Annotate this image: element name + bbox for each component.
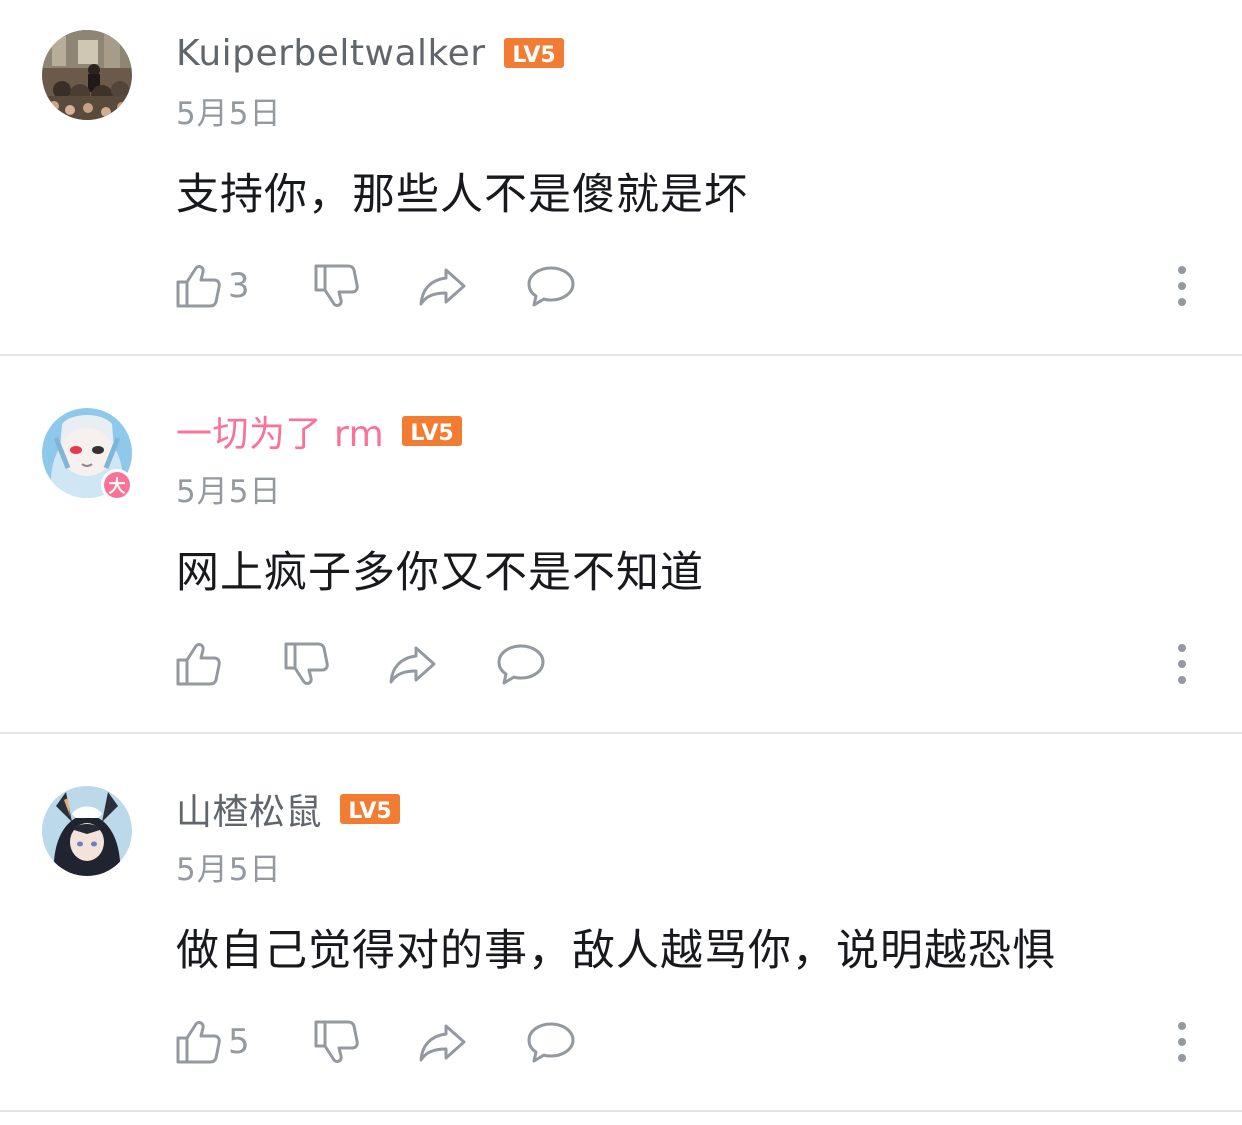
more-options-button[interactable]: [1168, 1018, 1196, 1066]
vip-badge: 大: [100, 468, 134, 506]
comment-item: 山楂松鼠 LV5 5月5日 做自己觉得对的事，敌人越骂你，说明越恐惧 5: [0, 756, 1242, 1112]
share-button[interactable]: [418, 262, 468, 310]
comment-text: 做自己觉得对的事，敌人越骂你，说明越恐惧: [176, 926, 1056, 976]
share-button[interactable]: [418, 1018, 468, 1066]
thumbs-down-icon: [314, 264, 359, 307]
like-count: 3: [228, 266, 250, 306]
username[interactable]: 一切为了 rm: [176, 405, 384, 457]
thumbs-up-icon: [176, 265, 221, 308]
reply-icon: [497, 644, 545, 685]
thumbs-up-icon: [176, 1021, 221, 1064]
divider: [0, 1110, 1242, 1112]
comment-text: 网上疯子多你又不是不知道: [176, 548, 704, 598]
divider: [0, 354, 1242, 356]
reply-button[interactable]: [496, 640, 546, 688]
username[interactable]: 山楂松鼠: [176, 783, 322, 835]
more-vertical-icon: [1178, 1022, 1186, 1062]
comment-item: Kuiperbeltwalker LV5 5月5日 支持你，那些人不是傻就是坏 …: [0, 0, 1242, 356]
divider: [0, 732, 1242, 734]
avatar[interactable]: [42, 30, 132, 120]
more-options-button[interactable]: [1168, 262, 1196, 310]
reply-icon: [527, 1022, 575, 1063]
comment-item: 大 一切为了 rm LV5 5月5日 网上疯子多你又不是不知道: [0, 378, 1242, 734]
username-row: Kuiperbeltwalker LV5: [176, 30, 564, 76]
vip-badge-text: 大: [109, 476, 126, 497]
like-button[interactable]: [174, 640, 228, 688]
thumbs-up-icon: [176, 643, 221, 686]
reply-button[interactable]: [526, 1018, 576, 1066]
comment-date: 5月5日: [176, 474, 282, 510]
comment-date: 5月5日: [176, 96, 282, 132]
thumbs-down-icon: [284, 642, 329, 685]
username[interactable]: Kuiperbeltwalker: [176, 33, 486, 74]
comment-date: 5月5日: [176, 852, 282, 888]
share-button[interactable]: [388, 640, 438, 688]
avatar[interactable]: [42, 786, 132, 876]
level-badge: LV5: [503, 38, 564, 68]
level-badge-text: LV5: [512, 43, 555, 68]
level-badge-text: LV5: [411, 421, 454, 446]
dislike-button[interactable]: [312, 262, 360, 310]
dislike-button[interactable]: [312, 1018, 360, 1066]
like-count: 5: [228, 1022, 250, 1062]
dislike-button[interactable]: [282, 640, 330, 688]
comment-text: 支持你，那些人不是傻就是坏: [176, 170, 748, 220]
like-button[interactable]: 3: [174, 262, 250, 310]
more-options-button[interactable]: [1168, 640, 1196, 688]
level-badge: LV5: [340, 794, 401, 824]
username-row: 山楂松鼠 LV5: [176, 783, 401, 835]
share-icon: [419, 1024, 466, 1062]
thumbs-down-icon: [314, 1020, 359, 1063]
like-button[interactable]: 5: [174, 1018, 250, 1066]
reply-icon: [527, 266, 575, 307]
level-badge: LV5: [402, 416, 463, 446]
more-vertical-icon: [1178, 266, 1186, 306]
username-row: 一切为了 rm LV5: [176, 405, 463, 457]
more-vertical-icon: [1178, 644, 1186, 684]
share-icon: [389, 646, 436, 684]
share-icon: [419, 268, 466, 306]
reply-button[interactable]: [526, 262, 576, 310]
level-badge-text: LV5: [348, 799, 391, 824]
